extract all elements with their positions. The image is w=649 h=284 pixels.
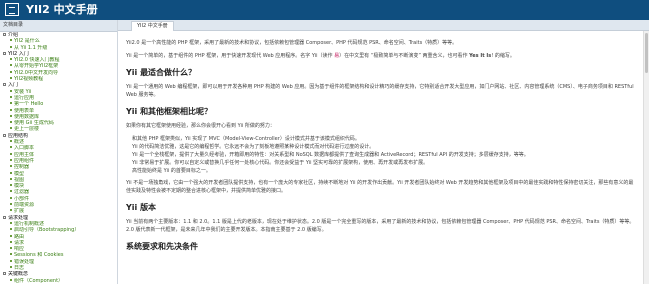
list-item: 和其他 PHP 框架类似，Yii 实现了 MVC（Model-View-Cont…	[132, 136, 360, 142]
sidebar-heading: 文档目录	[0, 20, 117, 32]
content-scrollbar[interactable]	[643, 31, 649, 284]
tab-bar: YII2 中文手册	[118, 20, 649, 31]
list-item: Yii 是一个全栈框架，提供了大量久经考验，开箱即用的特性：对关系型和 NoSQ…	[132, 152, 529, 158]
tab-yii2-manual[interactable]: YII2 中文手册	[131, 21, 174, 31]
intro-paragraph-2: Yii 是一个简单的，基于组件的 PHP 框架，用于快速开发现代 Web 应用程…	[126, 53, 515, 59]
list-item: 高性能始终是 Yii 的首要目标之一。	[132, 168, 211, 174]
heading-version: Yii 版本	[126, 203, 157, 212]
compare-list: 和其他 PHP 框架类似，Yii 实现了 MVC（Model-View-Cont…	[126, 135, 635, 175]
site-title: YII2 中文手册	[26, 3, 98, 16]
intro-paragraph: Yii2.0 是一个高性能的 PHP 框架，采用了最新的技术和协议，包括依赖包管…	[126, 40, 458, 46]
scroll-thumb[interactable]	[645, 33, 648, 73]
top-header: YII2 中文手册	[0, 0, 649, 20]
sidebar: 文档目录 介绍 YII2 是什么从 Yii 1.1 升级 YII2 入门 YII2.0…	[0, 20, 118, 284]
sidebar-tree: 介绍 YII2 是什么从 Yii 1.1 升级 YII2 入门 YII2.0 快速入门…	[0, 32, 117, 284]
heading-requirements: 系统要求和先决条件	[126, 242, 198, 251]
sidebar-item[interactable]: 组件（Component）	[3, 278, 117, 284]
compare-intro: 如果你有其它框架使用经验，那么你会很开心看到 Yii 所做的努力：	[126, 123, 275, 129]
heading-compare: Yii 和其他框架相比呢？	[126, 107, 213, 116]
best-for-paragraph: Yii 是一个通用的 Web 编程框架，即可以用于开发各种用 PHP 构建的 W…	[126, 84, 634, 98]
list-item: Yii 非常易于扩展。你可以自定义或替换几乎任何一处核心代码。你还会受益于 Yi…	[132, 160, 429, 166]
version-paragraph: Yii 当前有两个主要版本：1.1 和 2.0。1.1 版是上代的老版本，现在处…	[126, 219, 635, 233]
book-icon	[5, 3, 19, 16]
team-paragraph: Yii 不是一场独角戏，它由一个强大的开发者团队提供支持，也有一个庞大的专家社区…	[126, 180, 634, 194]
heading-best-for: Yii 最适合做什么？	[126, 68, 197, 77]
list-item: Yii 的代码简洁优雅，这是它的编程哲学。它永远不会为了刻板地遵照某种设计模式而…	[132, 144, 375, 150]
article: Yii2.0 是一个高性能的 PHP 框架，采用了最新的技术和协议，包括依赖包管…	[118, 31, 643, 284]
